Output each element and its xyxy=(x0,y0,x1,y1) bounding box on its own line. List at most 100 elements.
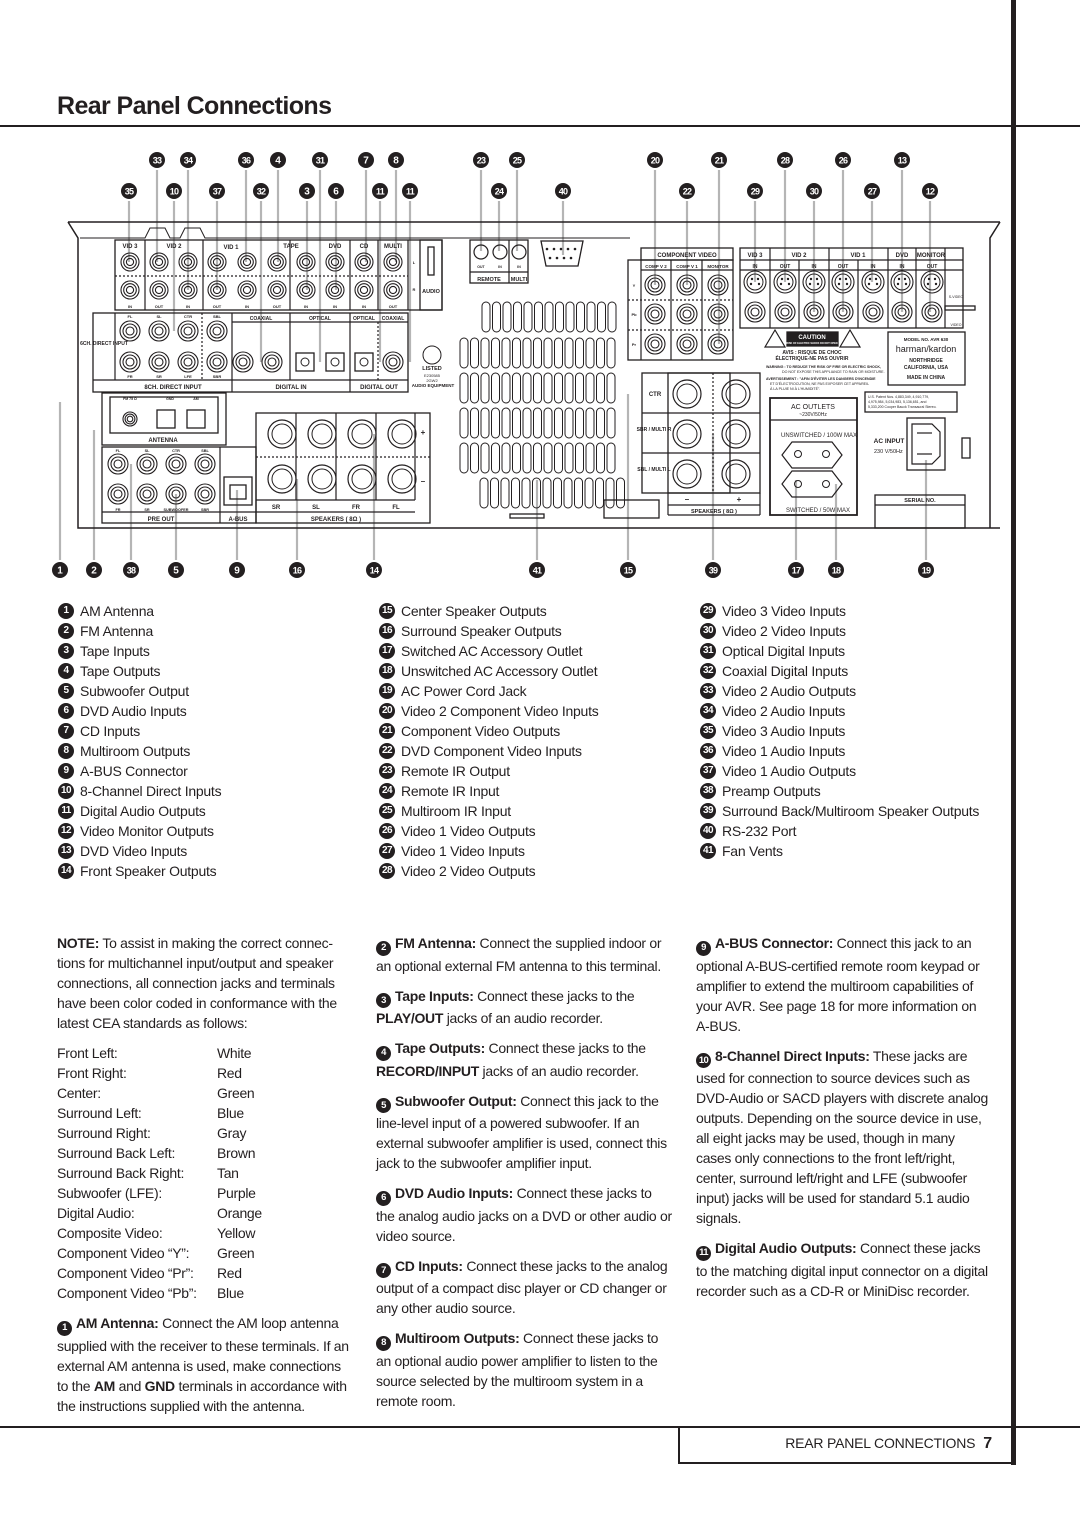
color-code-row: Front Right: Red xyxy=(57,1063,353,1083)
label-jack-direction: IN xyxy=(333,304,337,309)
legend-column-1: 1 AM Antenna 2 FM Antenna 3 Tape Inputs 4 Tape … xyxy=(58,601,222,881)
legend-label: 8-Channel Direct Inputs xyxy=(80,783,222,799)
bold-term: Multiroom Outputs: xyxy=(395,1330,520,1346)
label-avertissement3: À LA PLUIE NI À L'HUMIDITÉ". xyxy=(770,386,820,391)
callout-number: 36 xyxy=(242,156,251,166)
jack-pin xyxy=(874,277,878,281)
legend-label: AC Power Cord Jack xyxy=(401,683,527,699)
jack-ring xyxy=(122,323,138,339)
callout-14: 14 xyxy=(366,562,382,578)
callout-28: 28 xyxy=(777,152,793,168)
legend-label: A-BUS Connector xyxy=(80,763,188,779)
legend-item: 8 Multiroom Outputs xyxy=(58,741,221,761)
fan-vent-slot xyxy=(553,477,562,509)
optical-port xyxy=(330,357,340,367)
fan-vent-slot xyxy=(564,407,574,439)
jack-ring xyxy=(679,336,695,352)
legend-item: 38 Preamp Outputs xyxy=(700,781,979,801)
callout-number-icon: 1 xyxy=(58,603,74,619)
label-am: AM xyxy=(193,397,199,401)
jack-ring xyxy=(865,304,881,320)
fan-vent-slot xyxy=(606,442,616,474)
jack-ring xyxy=(385,354,401,370)
jack-ring xyxy=(110,486,126,502)
speaker-terminal-inner xyxy=(676,423,698,445)
legend-label: DVD Audio Inputs xyxy=(80,703,187,719)
body-text: and xyxy=(115,1377,145,1394)
color-code-row: Surround Right: Gray xyxy=(57,1123,353,1143)
legend-item: 5 Subwoofer Output xyxy=(58,681,221,701)
jack-ring xyxy=(777,304,793,320)
legend-label: Video 2 Video Outputs xyxy=(401,863,536,879)
rs232-pin xyxy=(545,247,549,251)
color-code-row: Front Left: White xyxy=(57,1043,353,1063)
fm-antenna-jack xyxy=(122,411,138,427)
fan-vent-slot xyxy=(575,442,584,474)
legend-label: Video 3 Video Inputs xyxy=(722,603,846,619)
speaker-terminal-inner xyxy=(271,468,293,490)
fan-vent-slot xyxy=(480,442,490,474)
jack-ring xyxy=(359,285,369,295)
channel-color: Brown xyxy=(217,1145,256,1161)
legend-item: 29 Video 3 Video Inputs xyxy=(700,601,979,621)
label-warning: WARNING : TO REDUCE THE RISK OF FIRE OR … xyxy=(766,365,881,369)
label-channel: SBR xyxy=(201,508,209,512)
callout-number: 8 xyxy=(393,156,399,167)
speaker-terminal-inner xyxy=(725,383,747,405)
composite-video-jack xyxy=(744,301,766,323)
unswitched-ac-outlet xyxy=(781,441,843,469)
label-optical-in: OPTICAL xyxy=(309,316,331,322)
label-ctr: CTR xyxy=(649,392,662,398)
callout-number-icon: 41 xyxy=(700,843,716,859)
callout-20: 20 xyxy=(647,152,663,168)
callout-number: 37 xyxy=(213,187,222,197)
legend-item: 27 Video 1 Video Inputs xyxy=(379,841,598,861)
jack-pin xyxy=(838,277,842,281)
text-column-3: 9 A-BUS Connector: Connect this jack to a… xyxy=(696,933,988,1311)
callout-number-icon: 9 xyxy=(58,763,74,779)
fan-vent-slot xyxy=(543,337,553,369)
callout-number-icon: 25 xyxy=(379,803,395,819)
callout-number: 30 xyxy=(810,187,819,197)
label-optical-out: OPTICAL xyxy=(353,316,375,322)
callout-35: 35 xyxy=(121,183,137,199)
legend-label: DVD Video Inputs xyxy=(80,843,188,859)
rs232-pin xyxy=(562,256,566,260)
legend-item: 6 DVD Audio Inputs xyxy=(58,701,221,721)
fan-vent-slot xyxy=(490,477,499,509)
jack-pin xyxy=(845,282,849,286)
speaker-terminal-inner xyxy=(676,383,698,405)
fan-vent-slot xyxy=(585,337,595,369)
jack-ring xyxy=(113,489,123,499)
jack-pin xyxy=(868,277,872,281)
label-warning2: DO NOT EXPOSE THIS APPLIANCE TO RAIN OR … xyxy=(782,370,885,374)
label-serial-no: SERIAL NO. xyxy=(904,498,936,504)
label-coaxial-in: COAXIAL xyxy=(250,316,273,322)
jack-ring xyxy=(357,283,371,297)
fan-vent-slot xyxy=(606,407,616,439)
callout-number: 35 xyxy=(125,187,134,197)
fan-vent-slot xyxy=(480,372,490,404)
callout-number-icon: 17 xyxy=(379,643,395,659)
panel-tab xyxy=(944,305,976,311)
fan-vent-slot xyxy=(585,372,595,404)
label-jack-direction: IN xyxy=(900,264,905,270)
jack-pin xyxy=(897,277,901,281)
fan-vent-slot xyxy=(606,372,616,404)
callout-5: 5 xyxy=(168,562,184,578)
fan-vent-slot xyxy=(564,372,574,404)
label-jack-direction: IN xyxy=(128,304,132,309)
label-minus: – xyxy=(421,477,426,486)
label-monitor-video: MONITOR xyxy=(917,253,946,259)
label-channel: SR xyxy=(144,508,150,512)
label-pre-out: PRE OUT xyxy=(148,517,175,523)
jack-ring xyxy=(386,255,400,269)
color-code-row: Component Video “Y”: Green xyxy=(57,1243,353,1263)
label-channel: FL xyxy=(128,314,133,319)
color-code-row: Composite Video: Yellow xyxy=(57,1223,353,1243)
callout-number: 12 xyxy=(926,187,935,197)
bold-term: 8-Channel Direct Inputs: xyxy=(715,1047,870,1064)
connection-description: 7 CD Inputs: Connect these jacks to the a… xyxy=(376,1256,672,1319)
callout-number-icon: 39 xyxy=(700,803,716,819)
composite-video-jack xyxy=(862,301,884,323)
